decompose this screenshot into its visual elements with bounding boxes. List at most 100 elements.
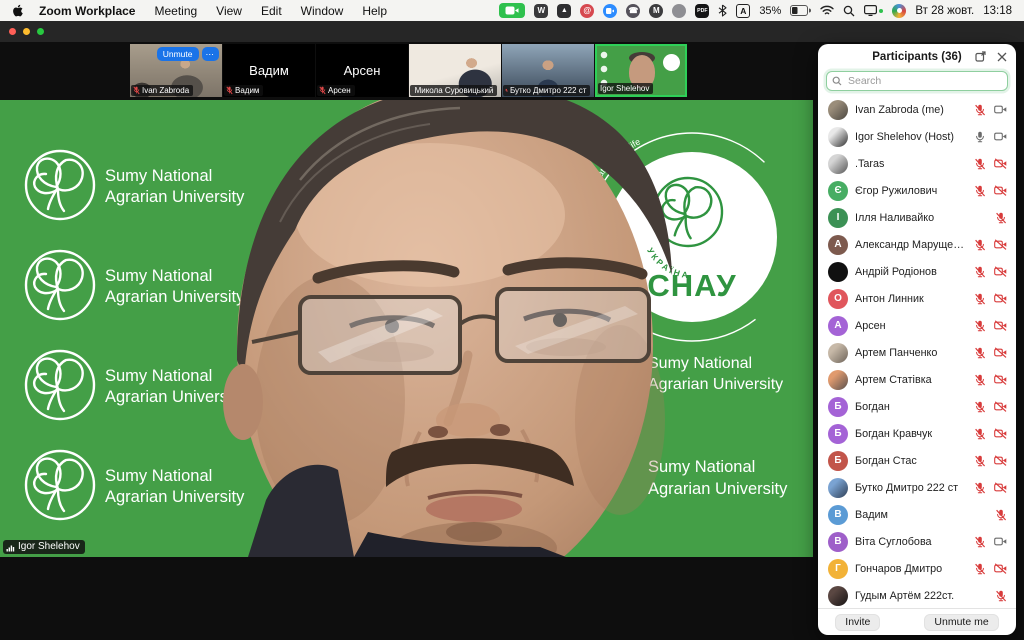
bluetooth-icon[interactable] [718, 4, 727, 17]
word-app-icon[interactable]: W [534, 4, 548, 18]
thumbnail-more-button[interactable]: ⋯ [202, 47, 220, 61]
participant-row[interactable]: ВВадим [818, 501, 1016, 528]
participant-status-icons [974, 293, 1007, 305]
traffic-lights [9, 28, 44, 35]
fullscreen-window-button[interactable] [37, 28, 44, 35]
participant-status-icons [974, 374, 1007, 386]
mic-icon [974, 131, 986, 143]
apple-icon[interactable] [12, 4, 25, 17]
participant-row[interactable]: ОАнтон Линник [818, 285, 1016, 312]
browser-icon[interactable] [892, 4, 906, 18]
participant-row[interactable]: ЄЄгор Ружилович [818, 177, 1016, 204]
close-window-button[interactable] [9, 28, 16, 35]
participant-row[interactable]: Igor Shelehov (Host) [818, 123, 1016, 150]
participant-row[interactable]: ААрсен [818, 312, 1016, 339]
participant-row[interactable]: ААлександр Марущенко [818, 231, 1016, 258]
battery-icon[interactable] [790, 5, 811, 16]
input-source-icon[interactable]: A [736, 4, 750, 18]
video-icon [994, 536, 1007, 547]
participant-row[interactable]: Андрій Родіонов [818, 258, 1016, 285]
participant-row[interactable]: Артем Панченко [818, 339, 1016, 366]
camera-active-icon[interactable] [499, 3, 525, 18]
participant-row[interactable]: Б Богдан Стас [818, 447, 1016, 474]
menu-date[interactable]: Вт 28 жовт. [915, 5, 974, 17]
thumbnail-микола-суровицький[interactable]: Микола Суровицький [409, 44, 501, 97]
menu-item-zoom-workplace[interactable]: Zoom Workplace [39, 4, 135, 18]
avatar: А [828, 316, 848, 336]
menu-item-help[interactable]: Help [362, 4, 387, 18]
messenger-app-icon[interactable]: M [649, 4, 663, 18]
mic-muted-icon [974, 563, 986, 575]
generic-app-icon[interactable] [672, 4, 686, 18]
participants-panel: Participants (36) [818, 44, 1016, 635]
participant-status-icons [974, 347, 1007, 359]
thumbnail-unmute-button[interactable]: Unmute [157, 47, 199, 61]
unmute-me-button[interactable]: Unmute me [924, 614, 998, 631]
participant-row[interactable]: Бутко Дмитро 222 ст [818, 474, 1016, 501]
mic-muted-icon [995, 212, 1007, 224]
mic-muted-icon [133, 86, 140, 95]
minimize-window-button[interactable] [23, 28, 30, 35]
thumbnail-арсен[interactable]: АрсенАрсен [316, 44, 408, 97]
thumbnail-igor-shelehov[interactable]: Igor Shelehov [595, 44, 687, 97]
participants-list[interactable]: Ivan Zabroda (me) Igor Shelehov (Host) .Ta… [818, 95, 1016, 608]
mic-muted-icon [974, 293, 986, 305]
participant-row[interactable]: ВВіта Суглобова [818, 528, 1016, 555]
participant-name: Антон Линник [855, 293, 967, 305]
participant-row[interactable]: Ivan Zabroda (me) [818, 96, 1016, 123]
svg-text:Sumy National: Sumy National [105, 467, 212, 485]
avatar: В [828, 505, 848, 525]
mic-muted-icon [974, 239, 986, 251]
mic-muted-icon [974, 455, 986, 467]
viber-app-icon[interactable]: ☎ [626, 4, 640, 18]
participant-row[interactable]: Гудым Артём 222ст. [818, 582, 1016, 608]
zoom-meeting-window: Unmute⋯Ivan ZabrodaВадимВадимАрсенАрсенМ… [0, 21, 1024, 640]
thumbnail-ivan-zabroda[interactable]: Unmute⋯Ivan Zabroda [130, 44, 222, 97]
participant-row[interactable]: .Taras [818, 150, 1016, 177]
menu-time[interactable]: 13:18 [983, 5, 1012, 17]
video-off-icon [994, 401, 1007, 412]
participant-row[interactable]: ІІлля Наливайко [818, 204, 1016, 231]
avatar: Б [828, 451, 848, 471]
participant-status-icons [974, 266, 1007, 278]
thumbnail-бутко-дмитро-222-ст[interactable]: Бутко Дмитро 222 ст [502, 44, 594, 97]
invite-button[interactable]: Invite [835, 614, 880, 631]
window-title-bar[interactable] [0, 21, 1024, 42]
avatar [828, 127, 848, 147]
triangle-app-icon[interactable]: ▲ [557, 4, 571, 18]
thumbnail-name-label: Вадим [224, 85, 263, 96]
search-input[interactable] [846, 74, 1002, 88]
close-icon[interactable] [995, 50, 1008, 63]
avatar [828, 262, 848, 282]
zoom-app-icon[interactable] [603, 4, 617, 18]
thumbnail-вадим[interactable]: ВадимВадим [223, 44, 315, 97]
mic-muted-icon [505, 86, 508, 95]
participant-name: Богдан Стас [855, 455, 967, 467]
avatar: В [828, 532, 848, 552]
participant-row[interactable]: ББогдан [818, 393, 1016, 420]
menu-item-view[interactable]: View [216, 4, 242, 18]
battery-percentage[interactable]: 35% [759, 5, 781, 17]
menu-item-edit[interactable]: Edit [261, 4, 282, 18]
participant-row[interactable]: ГГончаров Дмитро [818, 555, 1016, 582]
wifi-icon[interactable] [820, 5, 834, 16]
video-off-icon [994, 239, 1007, 250]
pdf-app-icon[interactable]: PDF [695, 4, 709, 18]
menu-item-window[interactable]: Window [301, 4, 344, 18]
participant-status-icons [974, 158, 1007, 170]
mail-app-icon[interactable]: @ [580, 4, 594, 18]
svg-text:Agrarian University: Agrarian University [648, 480, 788, 498]
speaker-name: Igor Shelehov [18, 540, 80, 554]
participant-name: Igor Shelehov (Host) [855, 131, 967, 143]
spotlight-icon[interactable] [843, 5, 855, 17]
popout-icon[interactable] [974, 50, 987, 63]
main-speaker-video[interactable]: Sumy National Agrarian University Sumy N… [0, 100, 813, 557]
menu-item-meeting[interactable]: Meeting [154, 4, 197, 18]
avatar [828, 154, 848, 174]
participant-row[interactable]: ББогдан Кравчук [818, 420, 1016, 447]
participant-name: Єгор Ружилович [855, 185, 967, 197]
display-record-icon[interactable] [864, 5, 883, 16]
thumbnail-name-label: Микола Суровицький [410, 85, 497, 96]
participant-row[interactable]: Артем Статівка [818, 366, 1016, 393]
participant-search-box[interactable] [826, 71, 1008, 91]
